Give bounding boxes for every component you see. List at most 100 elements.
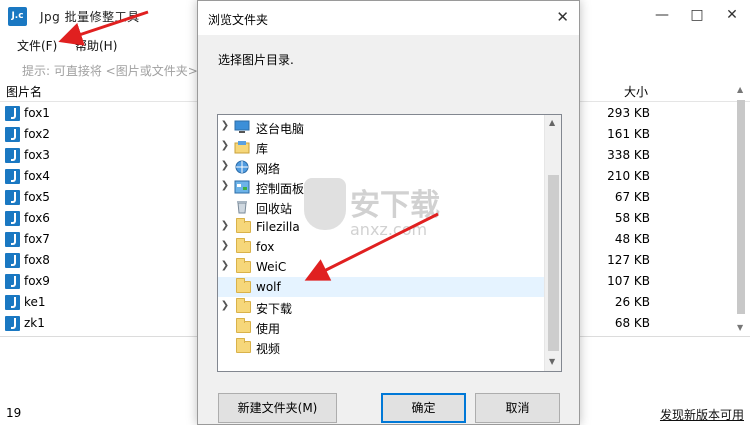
scrollbar-thumb[interactable] [548,175,559,351]
jpg-file-icon [5,127,20,142]
tree-item-label: 视频 [256,342,281,356]
scrollbar-thumb[interactable] [737,100,745,314]
chevron-right-icon[interactable]: ❯ [220,120,230,131]
new-folder-button[interactable]: 新建文件夹(M) [218,393,337,423]
app-logo: J.c [8,7,27,26]
tree-item-label: fox [256,240,275,254]
file-name: fox6 [24,211,50,225]
file-name: fox2 [24,127,50,141]
menu-bar: 文件(F) 帮助(H) [0,34,200,56]
chevron-right-icon[interactable]: ❯ [220,300,230,311]
folder-icon [236,318,251,333]
tree-item-label: Filezilla [256,220,300,234]
dialog-title: 浏览文件夹 [208,13,269,27]
chevron-right-icon[interactable]: ❯ [220,240,230,251]
update-available-link[interactable]: 发现新版本可用 [660,406,744,423]
close-icon[interactable]: ✕ [715,0,749,30]
file-name: fox5 [24,190,50,204]
jpg-file-icon [5,316,20,331]
jpg-file-icon [5,148,20,163]
app-title: Jpg 批量修整工具 [40,10,140,24]
folder-tree-scrollbar[interactable]: ▲ ▼ [544,115,561,371]
cancel-button[interactable]: 取消 [475,393,560,423]
chevron-right-icon[interactable]: ❯ [220,160,230,171]
folder-icon [236,298,251,313]
chevron-right-icon[interactable]: ❯ [220,260,230,271]
tree-item-folder[interactable]: 使用 [218,317,544,337]
file-size: 67 KB [614,190,650,204]
menu-file[interactable]: 文件(F) [17,37,57,54]
tree-item-folder[interactable]: 视频 [218,337,544,357]
file-size: 48 KB [614,232,650,246]
dialog-titlebar: 浏览文件夹 ✕ [198,1,579,35]
maximize-icon[interactable]: □ [680,0,714,30]
file-size: 338 KB [607,148,650,162]
folder-icon [236,238,251,253]
jpg-file-icon [5,274,20,289]
tree-item-label: 回收站 [256,202,293,216]
file-name: fox7 [24,232,50,246]
dialog-prompt: 选择图片目录. [218,53,294,67]
column-header-name[interactable]: 图片名 [6,83,42,100]
scroll-down-icon[interactable]: ▼ [737,324,745,332]
watermark-subtext: anxz.com [350,220,428,239]
status-file-count: 19 [6,406,22,420]
recycle-bin-icon [237,201,247,214]
file-size: 127 KB [607,253,650,267]
tree-item-label: 库 [256,142,269,156]
control-panel-icon [234,180,250,194]
file-size: 161 KB [607,127,650,141]
tree-item-this-pc[interactable]: ❯ 这台电脑 [218,117,544,137]
jpg-file-icon [5,211,20,226]
tree-item-network[interactable]: ❯ 网络 [218,157,544,177]
tree-item-label: 网络 [256,162,281,176]
file-name: ke1 [24,295,46,309]
file-name: fox9 [24,274,50,288]
network-icon [235,160,249,174]
computer-icon [234,120,250,133]
scroll-up-icon[interactable]: ▲ [737,86,745,94]
close-icon[interactable]: ✕ [556,8,569,26]
chevron-right-icon[interactable]: ❯ [220,140,230,151]
tree-item-library[interactable]: ❯ 库 [218,137,544,157]
tree-item-label: 控制面板 [256,182,305,196]
minimize-icon[interactable]: — [645,0,679,30]
file-size: 68 KB [614,316,650,330]
menu-help[interactable]: 帮助(H) [75,37,117,54]
tree-item-folder[interactable]: ❯ 安下载 [218,297,544,317]
file-size: 107 KB [607,274,650,288]
jpg-file-icon [5,253,20,268]
column-header-size[interactable]: 大小 [624,83,648,100]
hint-text: 提示: 可直接将 <图片或文件夹> [22,64,198,78]
jpg-file-icon [5,169,20,184]
watermark: 安下载 anxz.com [304,178,464,258]
scroll-up-icon[interactable]: ▲ [549,118,555,127]
file-list-scrollbar[interactable]: ▲ ▼ [735,86,747,336]
tree-item-label: 安下载 [256,302,293,316]
jpg-file-icon [5,190,20,205]
folder-icon [236,258,251,273]
file-size: 58 KB [614,211,650,225]
library-icon [234,141,250,154]
file-name: fox1 [24,106,50,120]
scroll-down-icon[interactable]: ▼ [549,357,555,366]
file-size: 210 KB [607,169,650,183]
folder-icon [236,338,251,353]
chevron-right-icon[interactable]: ❯ [220,220,230,231]
file-name: fox4 [24,169,50,183]
file-name: fox3 [24,148,50,162]
tree-item-label: 使用 [256,322,281,336]
jpg-file-icon [5,232,20,247]
tree-item-folder[interactable]: ❯ WeiC [218,257,544,277]
folder-icon [236,278,251,293]
ok-button[interactable]: 确定 [381,393,466,423]
chevron-right-icon[interactable]: ❯ [220,180,230,191]
folder-icon [236,218,251,233]
shield-icon [304,178,346,230]
tree-item-folder-selected[interactable]: wolf [218,277,544,297]
file-size: 293 KB [607,106,650,120]
jpg-file-icon [5,295,20,310]
file-size: 26 KB [614,295,650,309]
jpg-file-icon [5,106,20,121]
tree-item-label: WeiC [256,260,287,274]
